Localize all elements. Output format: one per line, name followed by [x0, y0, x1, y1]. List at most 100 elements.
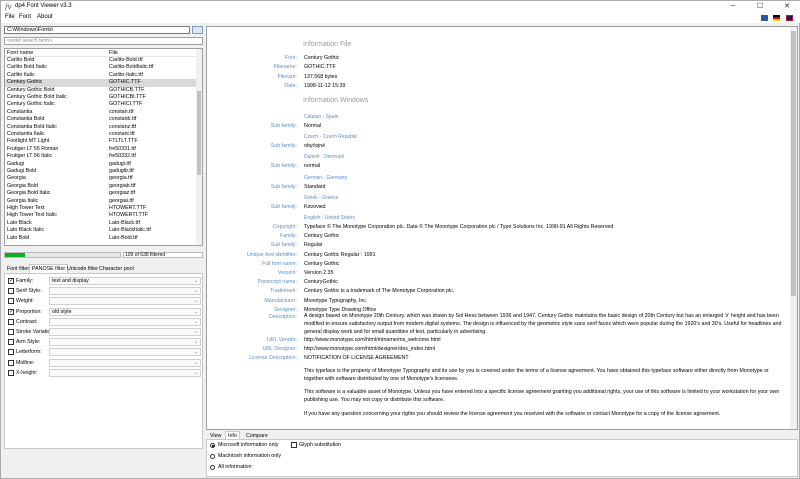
font-row[interactable]: High Tower Text HTOWERT.TTF: [5, 205, 197, 212]
mac-only-label[interactable]: Macintosh information only: [218, 453, 281, 459]
font-row[interactable]: Lato Bold Lato-Bold.ttf: [5, 235, 197, 242]
filter-checkbox[interactable]: [8, 329, 14, 335]
filter-tab[interactable]: Font filter: [4, 264, 32, 273]
chevron-down-icon: ⌄: [193, 278, 198, 284]
filter-checkbox[interactable]: [8, 318, 14, 325]
browse-folder-button[interactable]: [192, 26, 203, 34]
info-label: Sub family:: [270, 203, 297, 210]
font-name-cell: Carlito Italic: [7, 71, 35, 78]
filter-checkbox[interactable]: ✓: [8, 308, 14, 315]
column-font-name[interactable]: Font name: [7, 50, 33, 56]
filter-dropdown[interactable]: ⌄: [49, 358, 201, 367]
close-button[interactable]: ✕: [774, 1, 800, 13]
panose-filter-row: Stroke Variation: ⌄: [7, 328, 201, 337]
menu-file[interactable]: File: [5, 14, 15, 20]
font-row[interactable]: Georgia Bold Italic georgiaz.ttf: [5, 190, 197, 197]
url-designer-value[interactable]: http://www.monotype.com/html/designer/de…: [304, 346, 435, 352]
filter-checkbox[interactable]: ✓: [8, 278, 14, 284]
facebook-icon[interactable]: [761, 15, 768, 21]
ms-only-radio[interactable]: [210, 443, 215, 448]
filter-tab[interactable]: PANOSE filter: [29, 264, 69, 273]
info-value: Century Gothic: [304, 233, 340, 240]
path-input[interactable]: C:\Windows\Fonts\: [4, 26, 190, 34]
filter-dropdown[interactable]: ⌄: [49, 348, 201, 357]
ms-only-label[interactable]: Microsoft information only: [218, 442, 278, 448]
font-row[interactable]: Carlito Italic Carlito-Italic.ttf: [5, 72, 197, 79]
font-row[interactable]: Century Gothic Bold GOTHICB.TTF: [5, 87, 197, 94]
filter-dropdown[interactable]: ⌄: [49, 338, 201, 347]
font-row[interactable]: Century Gothic GOTHIC.TTF: [5, 79, 197, 87]
filter-dropdown[interactable]: ⌄: [49, 297, 201, 306]
font-row[interactable]: Constantia constan.ttf: [5, 109, 197, 116]
font-row[interactable]: Georgia Italic georgiai.ttf: [5, 198, 197, 205]
info-value: obyčejné: [304, 143, 326, 150]
license-paragraph: If you have any question concerning your…: [304, 411, 721, 417]
info-scrollbar[interactable]: [790, 27, 797, 429]
font-row[interactable]: Frutiger LT 56 Italic fre50332.ttf: [5, 153, 197, 160]
font-file-cell: Lato-Black.ttf: [109, 219, 140, 226]
font-name-cell: Lato Black Italic: [7, 227, 45, 234]
menu-font[interactable]: Font: [19, 14, 31, 20]
filter-progress-bar: [4, 252, 121, 258]
font-row[interactable]: High Tower Text Italic HTOWERTI.TTF: [5, 212, 197, 219]
search-input[interactable]: <enter search term>: [4, 37, 203, 45]
license-paragraph: This software is a valuable asset of Mon…: [304, 389, 780, 403]
font-row[interactable]: Century Gothic Bold Italic GOTHICBI.TTF: [5, 94, 197, 101]
font-name-cell: Footlight MT Light: [7, 138, 50, 145]
mac-only-radio[interactable]: [210, 454, 215, 459]
font-file-cell: Carlito-BoldItalic.ttf: [109, 64, 154, 71]
scrollbar-thumb[interactable]: [791, 31, 796, 296]
column-file[interactable]: File: [109, 50, 118, 56]
font-row[interactable]: Constantia Italic constani.ttf: [5, 131, 197, 138]
scrollbar-thumb[interactable]: [197, 91, 201, 175]
uk-flag-icon[interactable]: [786, 15, 793, 21]
filter-checkbox[interactable]: [8, 369, 14, 376]
font-row[interactable]: Carlito Bold Italic Carlito-BoldItalic.tt…: [5, 64, 197, 71]
font-row[interactable]: Gadugi gadugi.ttf: [5, 161, 197, 168]
font-row[interactable]: Gadugi Bold gadugib.ttf: [5, 168, 197, 175]
font-name-cell: Georgia: [7, 175, 26, 182]
glyph-substitution-label[interactable]: Glyph substitution: [299, 442, 341, 448]
filter-checkbox[interactable]: [8, 288, 14, 295]
info-label: Sub family:: [270, 123, 297, 129]
glyph-substitution-checkbox[interactable]: [291, 442, 297, 448]
license-label: License Description:: [249, 355, 297, 361]
font-list-scrollbar[interactable]: [196, 49, 202, 245]
all-info-radio[interactable]: [210, 465, 215, 470]
url-vendor-value[interactable]: http://www.monotype.com/html/mtname/ms_w…: [304, 337, 441, 343]
font-row[interactable]: Lato Black Lato-Black.ttf: [5, 220, 197, 227]
font-row[interactable]: Footlight MT Light FTLTLT.TTF: [5, 138, 197, 145]
font-row[interactable]: Frutiger LT 55 Roman fre50331.ttf: [5, 146, 197, 153]
font-name-cell: Gadugi: [7, 160, 25, 167]
minimize-button[interactable]: ─: [720, 1, 746, 13]
filter-dropdown[interactable]: ⌄: [49, 328, 201, 336]
maximize-button[interactable]: ☐: [747, 1, 773, 13]
filter-dropdown[interactable]: old style ⌄: [49, 307, 201, 316]
font-row[interactable]: Georgia Bold georgiab.ttf: [5, 183, 197, 190]
font-name-cell: Constantia Bold: [7, 116, 45, 123]
filter-checkbox[interactable]: [8, 349, 14, 356]
all-info-label[interactable]: All information: [218, 464, 252, 470]
filter-checkbox[interactable]: [8, 298, 14, 305]
font-file-cell: Carlito-Bold.ttf: [109, 57, 143, 63]
filter-dropdown[interactable]: ⌄: [49, 368, 201, 377]
filter-dropdown[interactable]: text and display ⌄: [49, 277, 201, 285]
font-row[interactable]: Carlito Bold Carlito-Bold.ttf: [5, 57, 197, 64]
info-label: Family:: [279, 233, 297, 240]
menu-about[interactable]: About: [37, 14, 53, 20]
font-row[interactable]: Constantia Bold constanb.ttf: [5, 116, 197, 123]
filter-dropdown[interactable]: ⌄: [49, 287, 201, 296]
font-name-cell: Lato Bold: [7, 234, 30, 241]
filter-dropdown[interactable]: ⌄: [49, 317, 201, 326]
font-row[interactable]: Century Gothic Italic GOTHICI.TTF: [5, 101, 197, 108]
german-flag-icon[interactable]: [773, 15, 780, 21]
font-row[interactable]: Constantia Bold Italic constanz.ttf: [5, 124, 197, 131]
filter-checkbox[interactable]: [8, 359, 14, 366]
info-label: Designer:: [274, 306, 297, 313]
font-row[interactable]: Lato Black Italic Lato-BlackItalic.ttf: [5, 227, 197, 234]
font-file-cell: georgia.ttf: [109, 175, 133, 182]
font-row[interactable]: Georgia georgia.ttf: [5, 175, 197, 182]
font-list[interactable]: Font name File Carlito Bold Carlito-Bold.…: [4, 48, 203, 246]
filter-checkbox[interactable]: [8, 339, 14, 346]
filter-tab[interactable]: Character pool: [96, 264, 137, 273]
